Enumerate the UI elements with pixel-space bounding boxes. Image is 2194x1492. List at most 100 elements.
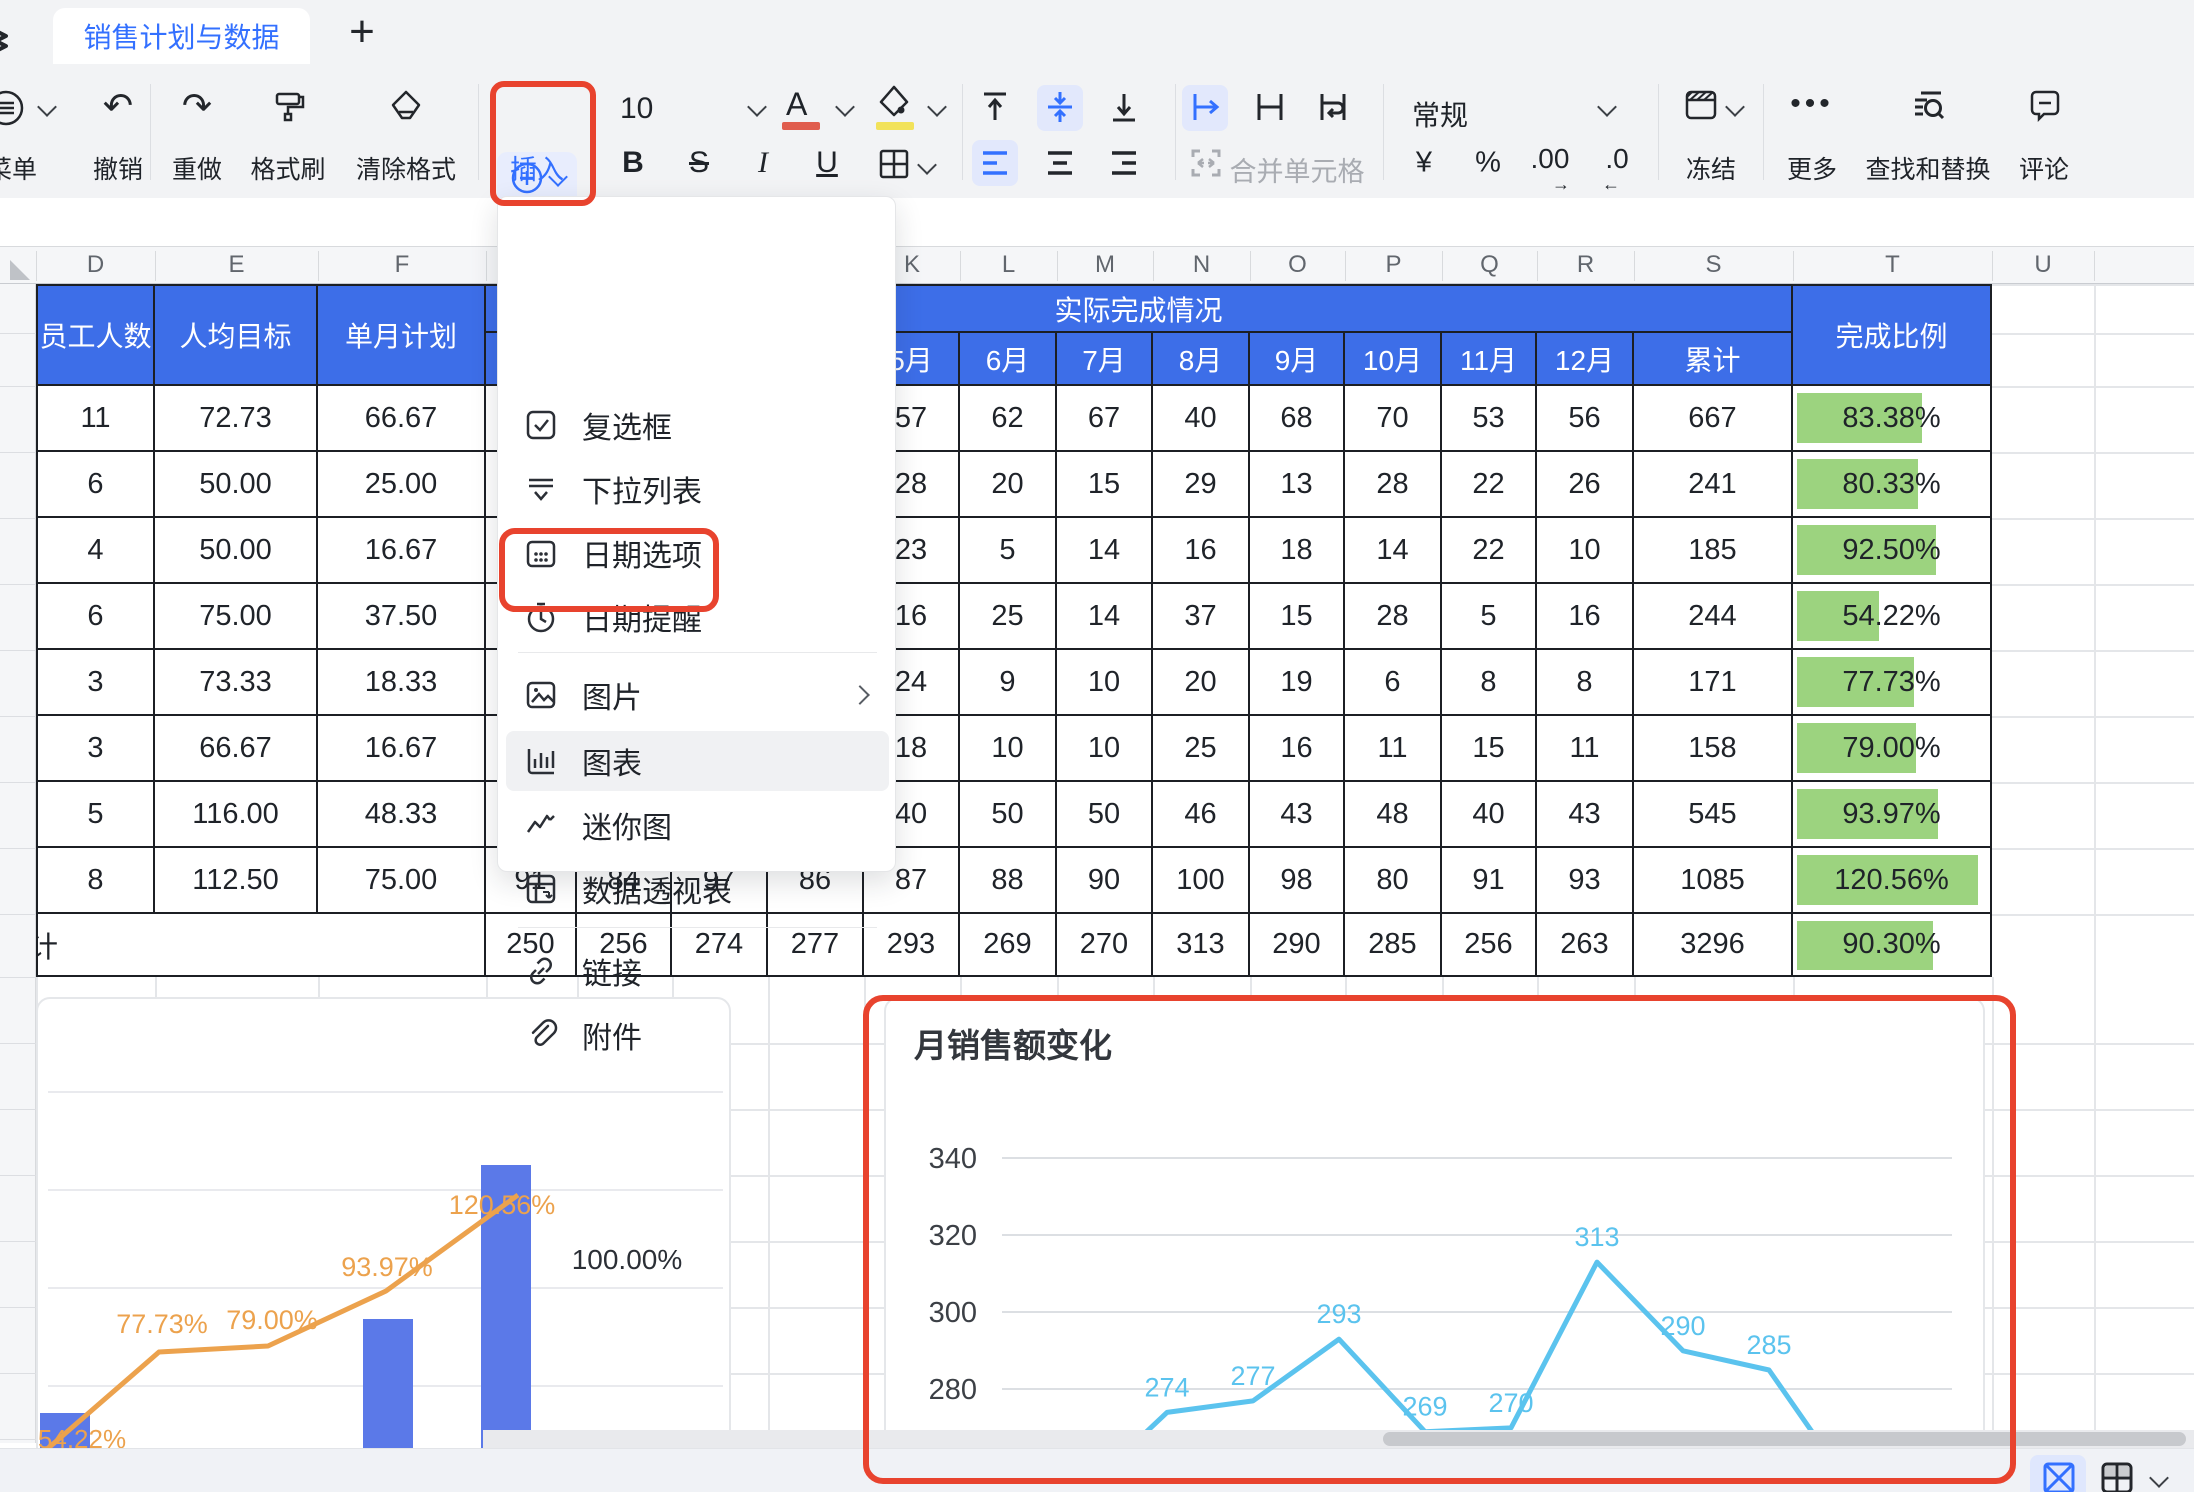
table-month-header[interactable]: 7月 [1057, 333, 1153, 386]
table-cell[interactable]: 15 [1057, 452, 1153, 518]
table-cell[interactable]: 269 [960, 914, 1057, 977]
table-cell[interactable]: 98 [1250, 848, 1345, 914]
table-cell[interactable]: 6 [1345, 650, 1442, 716]
table-cell[interactable]: 25 [960, 584, 1057, 650]
table-cell[interactable]: 10 [1537, 518, 1634, 584]
table-cell[interactable]: 256 [1442, 914, 1537, 977]
menu-item-attachment[interactable]: 附件 [506, 1005, 889, 1065]
line-chart-card[interactable]: 月销售额变化3403203002802742772932692703132902… [884, 997, 1985, 1464]
table-cell[interactable]: 545 [1634, 782, 1793, 848]
table-cell[interactable]: 9 [960, 650, 1057, 716]
table-cell[interactable]: 18.33 [318, 650, 486, 716]
table-cell[interactable]: 43 [1250, 782, 1345, 848]
table-cell[interactable]: 263 [1537, 914, 1634, 977]
table-cell[interactable]: 40 [1442, 782, 1537, 848]
table-cell[interactable]: 25.00 [318, 452, 486, 518]
table-cell[interactable]: 70 [1345, 386, 1442, 452]
combo-chart-card[interactable]: 77.73%79.00%93.97%120.56%54.22%100.00% [36, 997, 731, 1464]
table-cell[interactable]: 29 [1153, 452, 1250, 518]
table-cell[interactable]: 116.00 [155, 782, 318, 848]
table-cell[interactable]: 10 [1057, 650, 1153, 716]
table-cell[interactable]: 19 [1250, 650, 1345, 716]
table-total-label[interactable]: 合计 [36, 914, 486, 977]
table-month-header[interactable]: 10月 [1345, 333, 1442, 386]
table-cell[interactable]: 1085 [1634, 848, 1793, 914]
table-cell[interactable]: 290 [1250, 914, 1345, 977]
table-cell[interactable]: 313 [1153, 914, 1250, 977]
table-header[interactable]: 员工人数 [36, 284, 155, 386]
table-cell[interactable]: 11 [1345, 716, 1442, 782]
table-month-header[interactable]: 8月 [1153, 333, 1250, 386]
table-cell[interactable]: 25 [1153, 716, 1250, 782]
table-cell[interactable]: 91 [1442, 848, 1537, 914]
table-cell[interactable]: 37 [1153, 584, 1250, 650]
table-ratio-cell[interactable]: 80.33% [1793, 452, 1992, 518]
table-cell[interactable]: 6 [36, 584, 155, 650]
table-cell[interactable]: 53 [1442, 386, 1537, 452]
table-cell[interactable]: 15 [1442, 716, 1537, 782]
table-cell[interactable]: 62 [960, 386, 1057, 452]
table-cell[interactable]: 40 [1153, 386, 1250, 452]
table-ratio-cell[interactable]: 92.50% [1793, 518, 1992, 584]
table-cell[interactable]: 5 [1442, 584, 1537, 650]
table-ratio-cell[interactable]: 120.56% [1793, 848, 1992, 914]
menu-item-date-picker[interactable]: 日期选项 [506, 523, 889, 583]
table-cell[interactable]: 171 [1634, 650, 1793, 716]
table-month-header[interactable]: 12月 [1537, 333, 1634, 386]
table-cell[interactable]: 3 [36, 716, 155, 782]
table-month-header[interactable]: 11月 [1442, 333, 1537, 386]
table-ratio-cell[interactable]: 93.97% [1793, 782, 1992, 848]
table-cell[interactable]: 20 [1153, 650, 1250, 716]
table-cell[interactable]: 13 [1250, 452, 1345, 518]
table-cell[interactable]: 112.50 [155, 848, 318, 914]
table-cell[interactable]: 18 [1250, 518, 1345, 584]
table-cell[interactable]: 37.50 [318, 584, 486, 650]
table-cell[interactable]: 16.67 [318, 716, 486, 782]
table-cell[interactable]: 56 [1537, 386, 1634, 452]
table-cell[interactable]: 50 [960, 782, 1057, 848]
table-cum-header[interactable]: 累计 [1634, 333, 1793, 386]
table-cell[interactable]: 22 [1442, 518, 1537, 584]
table-cell[interactable]: 10 [1057, 716, 1153, 782]
table-cell[interactable]: 88 [960, 848, 1057, 914]
table-cell[interactable]: 16 [1250, 716, 1345, 782]
table-cell[interactable]: 28 [1345, 452, 1442, 518]
table-cell[interactable]: 14 [1057, 518, 1153, 584]
table-cell[interactable]: 50 [1057, 782, 1153, 848]
table-ratio-cell[interactable]: 83.38% [1793, 386, 1992, 452]
table-cell[interactable]: 66.67 [318, 386, 486, 452]
table-cell[interactable]: 48 [1345, 782, 1442, 848]
menu-item-link[interactable]: 链接 [506, 941, 889, 1001]
table-cell[interactable]: 241 [1634, 452, 1793, 518]
table-cell[interactable]: 4 [36, 518, 155, 584]
table-cell[interactable]: 100 [1153, 848, 1250, 914]
table-cell[interactable]: 75.00 [318, 848, 486, 914]
table-cell[interactable]: 16 [1537, 584, 1634, 650]
table-cell[interactable]: 667 [1634, 386, 1793, 452]
menu-item-date-reminder[interactable]: 日期提醒 [506, 587, 889, 647]
table-header[interactable]: 人均目标 [155, 284, 318, 386]
table-cell[interactable]: 46 [1153, 782, 1250, 848]
table-ratio-cell[interactable]: 90.30% [1793, 914, 1992, 977]
table-cell[interactable]: 244 [1634, 584, 1793, 650]
table-ratio-cell[interactable]: 54.22% [1793, 584, 1992, 650]
table-cell[interactable]: 14 [1345, 518, 1442, 584]
table-cell[interactable]: 11 [1537, 716, 1634, 782]
table-cell[interactable]: 16.67 [318, 518, 486, 584]
table-cell[interactable]: 8 [36, 848, 155, 914]
horizontal-scrollbar[interactable] [483, 1430, 2194, 1448]
grid-view-icon[interactable] [2100, 1461, 2134, 1492]
table-cell[interactable]: 8 [1537, 650, 1634, 716]
table-cell[interactable]: 3296 [1634, 914, 1793, 977]
table-cell[interactable]: 67 [1057, 386, 1153, 452]
table-cell[interactable]: 11 [36, 386, 155, 452]
table-cell[interactable]: 50.00 [155, 452, 318, 518]
table-cell[interactable]: 15 [1250, 584, 1345, 650]
table-cell[interactable]: 80 [1345, 848, 1442, 914]
table-cell[interactable]: 90 [1057, 848, 1153, 914]
table-cell[interactable]: 66.67 [155, 716, 318, 782]
table-ratio-cell[interactable]: 79.00% [1793, 716, 1992, 782]
table-cell[interactable]: 285 [1345, 914, 1442, 977]
table-cell[interactable]: 72.73 [155, 386, 318, 452]
table-cell[interactable]: 43 [1537, 782, 1634, 848]
